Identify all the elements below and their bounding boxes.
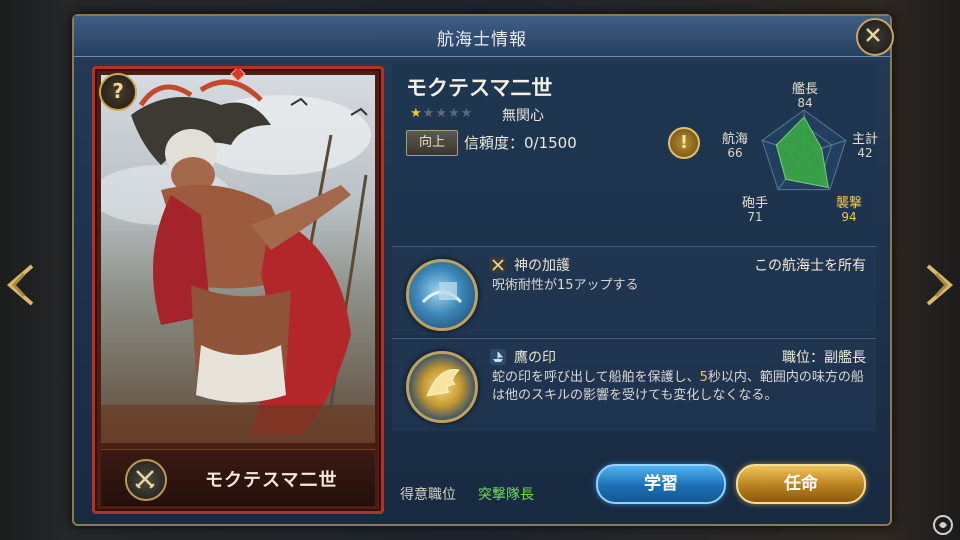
skill-description: 呪術耐性が15アップする bbox=[492, 278, 639, 293]
role-badge bbox=[125, 459, 167, 501]
prev-arrow[interactable] bbox=[2, 262, 38, 308]
help-button[interactable]: ? bbox=[99, 73, 137, 111]
character-card: ? モクテスマ二世 bbox=[92, 66, 384, 514]
stat-value-gunner: 71 bbox=[747, 210, 763, 224]
skill-name: 鷹の印 bbox=[514, 350, 556, 366]
stat-value-navigation: 66 bbox=[727, 146, 743, 160]
character-portrait bbox=[101, 75, 375, 443]
stat-label-navigation: 航海 bbox=[721, 132, 748, 147]
crossed-swords-icon bbox=[135, 470, 155, 489]
title-bar: 航海士情報 bbox=[74, 16, 894, 57]
chevron-right-icon bbox=[926, 264, 954, 306]
portrait-art bbox=[101, 79, 375, 443]
crossed-swords-icon bbox=[490, 257, 506, 273]
skill-row[interactable]: 鷹の印 職位：副艦長 蛇の印を呼び出して船舶を保護し、5秒以内、範囲内の味方の船… bbox=[392, 338, 876, 431]
close-icon bbox=[866, 28, 880, 42]
skill-name: 神の加護 bbox=[514, 258, 570, 274]
ship-icon bbox=[490, 349, 506, 365]
skill-description: 蛇の印を呼び出して船舶を保護し、5秒以内、範囲内の味方の船は他のスキルの影響を受… bbox=[492, 369, 864, 405]
specialty-value: 突撃隊長 bbox=[478, 487, 534, 503]
learn-button[interactable]: 学習 bbox=[596, 464, 726, 504]
skill-icon-hawk-seal bbox=[406, 351, 478, 423]
skill-duration-value: 5 bbox=[699, 370, 708, 385]
next-arrow[interactable] bbox=[922, 262, 958, 308]
temple-icon bbox=[421, 282, 463, 304]
skill-description-text: 蛇の印を呼び出して船舶を保護し、 bbox=[492, 370, 700, 385]
skill-row[interactable]: 神の加護 この航海士を所有 呪術耐性が15アップする bbox=[392, 246, 876, 335]
card-character-name: モクテスマ二世 bbox=[205, 470, 338, 491]
skill-requirement: この航海士を所有 bbox=[754, 258, 866, 274]
dialog-title: 航海士情報 bbox=[437, 30, 527, 50]
appoint-button[interactable]: 任命 bbox=[736, 464, 866, 504]
stat-value-purser: 42 bbox=[857, 146, 873, 160]
card-gem-ornament bbox=[230, 69, 246, 81]
stat-label-gunner: 砲手 bbox=[741, 196, 768, 211]
stat-label-command: 艦長 bbox=[791, 82, 818, 97]
chevron-left-icon bbox=[6, 264, 34, 306]
skill-icon-divine-protection bbox=[406, 259, 478, 331]
card-name-plate: モクテスマ二世 bbox=[101, 449, 375, 506]
profile-panel: モクテスマ二世 ★★★★★ 無関心 向上 信頼度：0/1500 ! 艦長 84 … bbox=[392, 64, 878, 242]
watermark-logo bbox=[933, 515, 953, 535]
specialty-label: 得意職位 bbox=[400, 487, 456, 503]
stat-label-purser: 主計 bbox=[851, 132, 878, 147]
wing-icon bbox=[426, 369, 461, 397]
navigator-info-dialog: 航海士情報 ? モクテスマ二世 モクテスマ二世 ★★★★★ 無関心 向上 信頼度… bbox=[72, 14, 894, 526]
stat-value-assault: 94 bbox=[841, 210, 857, 224]
skill-requirement: 職位：副艦長 bbox=[782, 350, 866, 366]
stat-value-command: 84 bbox=[797, 96, 813, 110]
close-button[interactable] bbox=[856, 18, 894, 56]
stat-label-assault: 襲撃 bbox=[835, 196, 862, 211]
